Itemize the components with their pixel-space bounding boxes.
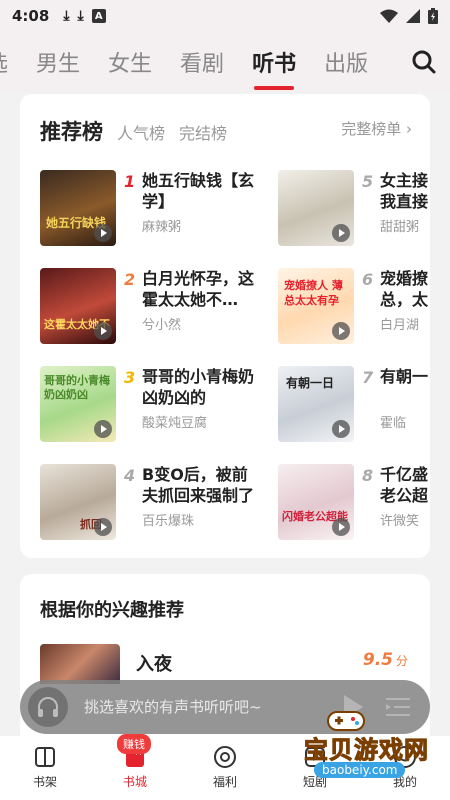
tab-audiobook[interactable]: 听书 [252,46,296,78]
play-icon [332,322,350,340]
play-icon [332,518,350,536]
watermark-url: baobeiy.com [314,762,406,778]
rank-number: 1 [124,172,136,191]
watermark-text: 宝贝游戏网 [304,736,429,765]
book-cover[interactable] [40,644,120,684]
ranking-book[interactable]: 有朝一日 7 有朝一 霍临 [278,366,430,442]
play-icon [94,420,112,438]
status-time: 4:08 [12,7,50,25]
book-cover: 抓回 [40,464,116,540]
book-cover: 哥哥的小青梅奶凶奶凶 [40,366,116,442]
ranking-book[interactable]: 她五行缺钱 1 她五行缺钱【玄学】 麻辣粥 [40,170,280,246]
play-icon [332,420,350,438]
book-author: 麻辣粥 [142,220,182,235]
score-value: 9.5 [362,650,393,670]
search-icon [412,50,436,74]
cover-text: 宠婚撩人 薄总太太有孕 [284,279,343,307]
nav-bookshelf[interactable]: 书架 [0,736,90,800]
rank-number: 7 [362,368,374,387]
nav-label: 书城 [122,775,147,789]
book-title: 哥哥的小青梅奶凶奶凶的 [142,367,255,407]
book-author: 兮小然 [142,318,182,333]
book-cover: 闪婚老公超能 [278,464,354,540]
nav-label: 福利 [212,775,237,789]
cover-text: 哥哥的小青梅奶凶奶凶 [44,374,110,401]
book-author: 白月湖 [380,318,420,333]
app-notification-icon: A [91,9,106,23]
cover-text: 有朝一日 [286,376,335,390]
ranking-book[interactable]: 5 女主接我直接 甜甜粥 [278,170,430,246]
signal-icon [406,9,420,23]
play-icon [94,224,112,242]
ranking-book[interactable]: 抓回 4 B变O后，被前夫抓回来强制了 百乐爆珠 [40,464,280,540]
status-bar: 4:08 ⤓ ⤓ A [0,0,450,32]
tab-finished-ranking[interactable]: 完结榜 [179,120,227,144]
ranking-card: 推荐榜 人气榜 完结榜 完整榜单 › 她五行缺钱 1 她五行缺钱【玄学】 麻辣粥… [20,94,430,558]
book-author: 酸菜炖豆腐 [142,416,208,431]
wifi-icon [380,9,398,23]
book-title: 女主接我直接 [380,171,429,211]
tab-popular-ranking[interactable]: 人气榜 [117,120,165,144]
book-title: 宠婚撩总，太 [380,269,429,309]
category-tabs: 选 男生 女生 看剧 听书 出版 [0,32,450,92]
ranking-book[interactable]: 宠婚撩人 薄总太太有孕 6 宠婚撩总，太 白月湖 [278,268,430,344]
book-cover: 这霍太太她不 [40,268,116,344]
interest-title: 根据你的兴趣推荐 [40,600,184,621]
book-title: 白月光怀孕，这霍太太她不… [142,269,255,309]
book-score: 9.5 分 [363,650,408,670]
book-title: B变O后，被前夫抓回来强制了 [142,465,255,505]
score-unit: 分 [395,654,408,668]
player-placeholder: 挑选喜欢的有声书听听吧~ [84,698,262,716]
search-button[interactable] [398,32,450,92]
welfare-icon [212,744,238,770]
rank-number: 3 [124,368,136,387]
full-ranking-link[interactable]: 完整榜单 › [341,118,412,139]
rank-number: 5 [362,172,374,191]
ranking-title[interactable]: 推荐榜 [40,116,103,146]
nav-welfare[interactable]: 福利 [180,736,270,800]
tab-female[interactable]: 女生 [108,46,152,78]
book-cover: 有朝一日 [278,366,354,442]
play-icon [94,518,112,536]
bookshelf-icon [32,744,58,770]
book-author: 霍临 [380,416,407,431]
site-watermark: 宝贝游戏网 baobeiy.com [278,706,450,800]
book-title: 千亿盛老公超 [380,465,429,505]
tab-drama[interactable]: 看剧 [180,46,224,78]
play-icon [94,322,112,340]
download-icon: ⤓ [77,8,84,24]
earn-money-badge: 赚钱 [117,734,151,754]
rank-number: 4 [124,466,136,485]
nav-label: 书架 [32,775,57,789]
book-cover: 她五行缺钱 [40,170,116,246]
ranking-book[interactable]: 这霍太太她不 2 白月光怀孕，这霍太太她不… 兮小然 [40,268,280,344]
book-title[interactable]: 入夜 [136,650,172,676]
rank-number: 2 [124,270,136,289]
rank-number: 6 [362,270,374,289]
book-author: 百乐爆珠 [142,514,195,529]
tab-male[interactable]: 男生 [36,46,80,78]
battery-icon [428,8,438,24]
rank-number: 8 [362,466,374,485]
download-icon: ⤓ [63,8,70,24]
book-author: 甜甜粥 [380,220,420,235]
headphones-icon [28,687,68,727]
tab-partial[interactable]: 选 [0,46,8,78]
ranking-book[interactable]: 闪婚老公超能 8 千亿盛老公超 许微笑 [278,464,430,540]
book-author: 许微笑 [380,514,420,529]
book-title: 她五行缺钱【玄学】 [142,171,255,211]
book-cover [278,170,354,246]
book-title: 有朝一 [380,367,429,386]
book-cover: 宠婚撩人 薄总太太有孕 [278,268,354,344]
ranking-book[interactable]: 哥哥的小青梅奶凶奶凶 3 哥哥的小青梅奶凶奶凶的 酸菜炖豆腐 [40,366,280,442]
play-icon [332,224,350,242]
